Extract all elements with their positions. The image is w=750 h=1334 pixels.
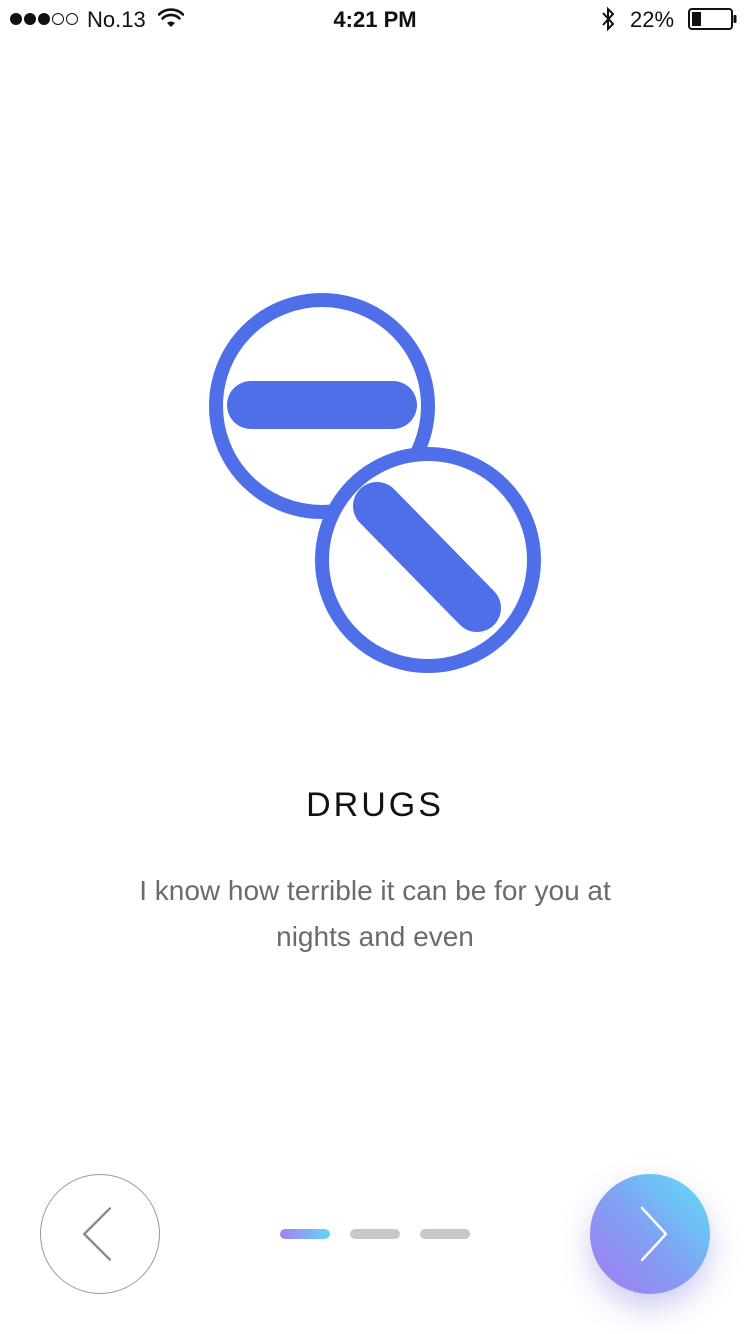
pills-icon: [209, 293, 541, 673]
bluetooth-icon: [602, 6, 615, 32]
page-dot[interactable]: [350, 1229, 400, 1239]
page-indicator: [280, 1229, 480, 1239]
battery-percentage: 22%: [630, 7, 675, 32]
onboarding-description: I know how terrible it can be for you at…: [139, 875, 611, 952]
onboarding-title: DRUGS: [306, 786, 444, 824]
battery-icon: [688, 8, 737, 30]
page-dot[interactable]: [420, 1229, 470, 1239]
previous-button[interactable]: [40, 1174, 160, 1294]
next-button[interactable]: [590, 1174, 710, 1294]
onboarding-screen: No.13 4:21 PM 22% DRUGS I know how terri…: [0, 0, 750, 1334]
chevron-left-icon: [83, 1207, 112, 1261]
page-dot-active[interactable]: [280, 1229, 330, 1239]
chevron-right-icon: [640, 1206, 668, 1262]
status-bar: No.13 4:21 PM 22%: [0, 0, 750, 40]
